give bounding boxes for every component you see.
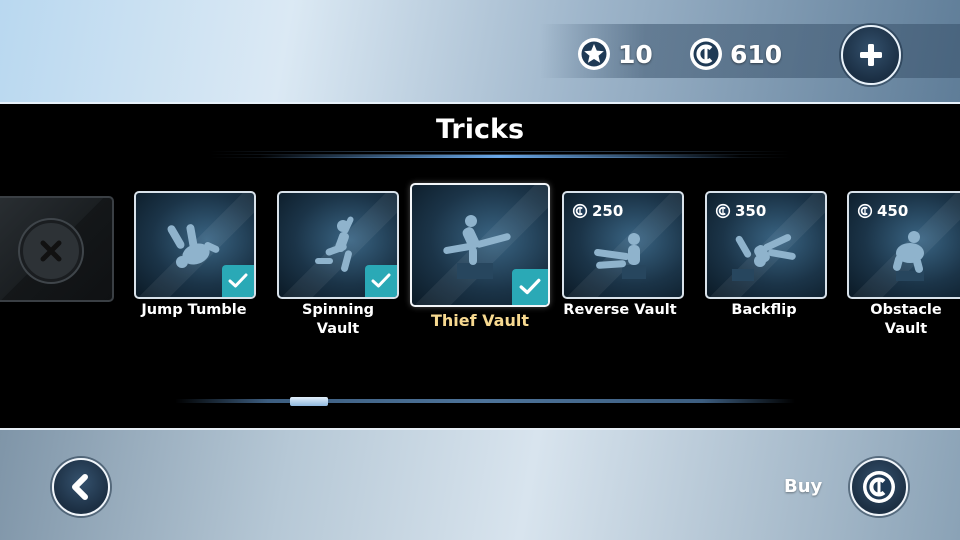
trick-card-jump-tumble[interactable] bbox=[134, 191, 256, 299]
trick-name: Reverse Vault bbox=[563, 302, 677, 318]
no-trick-button[interactable] bbox=[20, 220, 82, 282]
trick-card-backflip[interactable]: 350 bbox=[705, 191, 827, 299]
trick-card-spinning-vault[interactable] bbox=[277, 191, 399, 299]
title-glow bbox=[260, 155, 740, 158]
trick-name: Thief Vault bbox=[431, 311, 529, 330]
trick-name-line1: Spinning bbox=[301, 302, 375, 318]
trick-label-obstacle-vault: Obstacle Vault bbox=[836, 301, 960, 339]
checkmark-icon bbox=[228, 273, 248, 288]
trick-price: 450 bbox=[857, 202, 908, 220]
backflip-icon bbox=[732, 234, 796, 282]
buy-label: Buy bbox=[784, 476, 823, 497]
obstacle-vault-icon bbox=[893, 231, 925, 282]
carousel-scroll-thumb[interactable] bbox=[290, 397, 328, 406]
trick-label-backflip: Backflip bbox=[694, 301, 834, 320]
c-coin-icon bbox=[690, 38, 722, 70]
add-currency-button[interactable] bbox=[841, 25, 901, 85]
c-coin-icon bbox=[715, 203, 731, 219]
chevron-left-icon bbox=[72, 474, 88, 500]
trick-label-spinning-vault: Spinning Vault bbox=[268, 301, 408, 339]
coins-count: 610 bbox=[730, 39, 783, 69]
checkmark-icon bbox=[519, 278, 541, 295]
back-button[interactable] bbox=[52, 458, 110, 516]
trick-label-thief-vault: Thief Vault bbox=[400, 311, 560, 330]
reverse-vault-icon bbox=[594, 233, 646, 280]
trick-card-obstacle-vault[interactable]: 450 bbox=[847, 191, 960, 299]
trick-price: 250 bbox=[572, 202, 623, 220]
trick-name-line1: Obstacle bbox=[870, 302, 942, 318]
c-coin-icon bbox=[857, 203, 873, 219]
spinning-vault-icon bbox=[315, 216, 354, 272]
buy-button[interactable] bbox=[850, 458, 908, 516]
trick-price: 350 bbox=[715, 202, 766, 220]
trick-card-thief-vault[interactable] bbox=[410, 183, 550, 307]
owned-check bbox=[222, 265, 254, 297]
c-coin-icon bbox=[572, 203, 588, 219]
x-icon bbox=[40, 240, 62, 262]
carousel-scrollbar[interactable] bbox=[175, 399, 795, 403]
trick-label-jump-tumble: Jump Tumble bbox=[124, 301, 264, 320]
coins-counter: 610 bbox=[688, 35, 782, 73]
trick-name-line2: Vault bbox=[884, 321, 928, 337]
plus-icon bbox=[860, 44, 882, 66]
price-value: 250 bbox=[592, 202, 624, 220]
checkmark-icon bbox=[371, 273, 391, 288]
price-value: 450 bbox=[877, 202, 909, 220]
star-coin-icon bbox=[578, 38, 610, 70]
trick-card-reverse-vault[interactable]: 250 bbox=[562, 191, 684, 299]
page-title: Tricks bbox=[435, 114, 525, 145]
stars-count: 10 bbox=[618, 39, 653, 69]
top-bar bbox=[0, 0, 960, 104]
jump-tumble-icon bbox=[167, 224, 220, 268]
owned-check bbox=[512, 269, 548, 305]
trick-name: Backflip bbox=[731, 302, 797, 318]
price-value: 350 bbox=[735, 202, 767, 220]
c-coin-icon bbox=[863, 471, 895, 503]
trick-name: Jump Tumble bbox=[141, 302, 247, 318]
trick-name-line2: Vault bbox=[316, 321, 360, 337]
owned-check bbox=[365, 265, 397, 297]
trick-label-reverse-vault: Reverse Vault bbox=[550, 301, 690, 320]
stars-counter: 10 bbox=[576, 35, 653, 73]
